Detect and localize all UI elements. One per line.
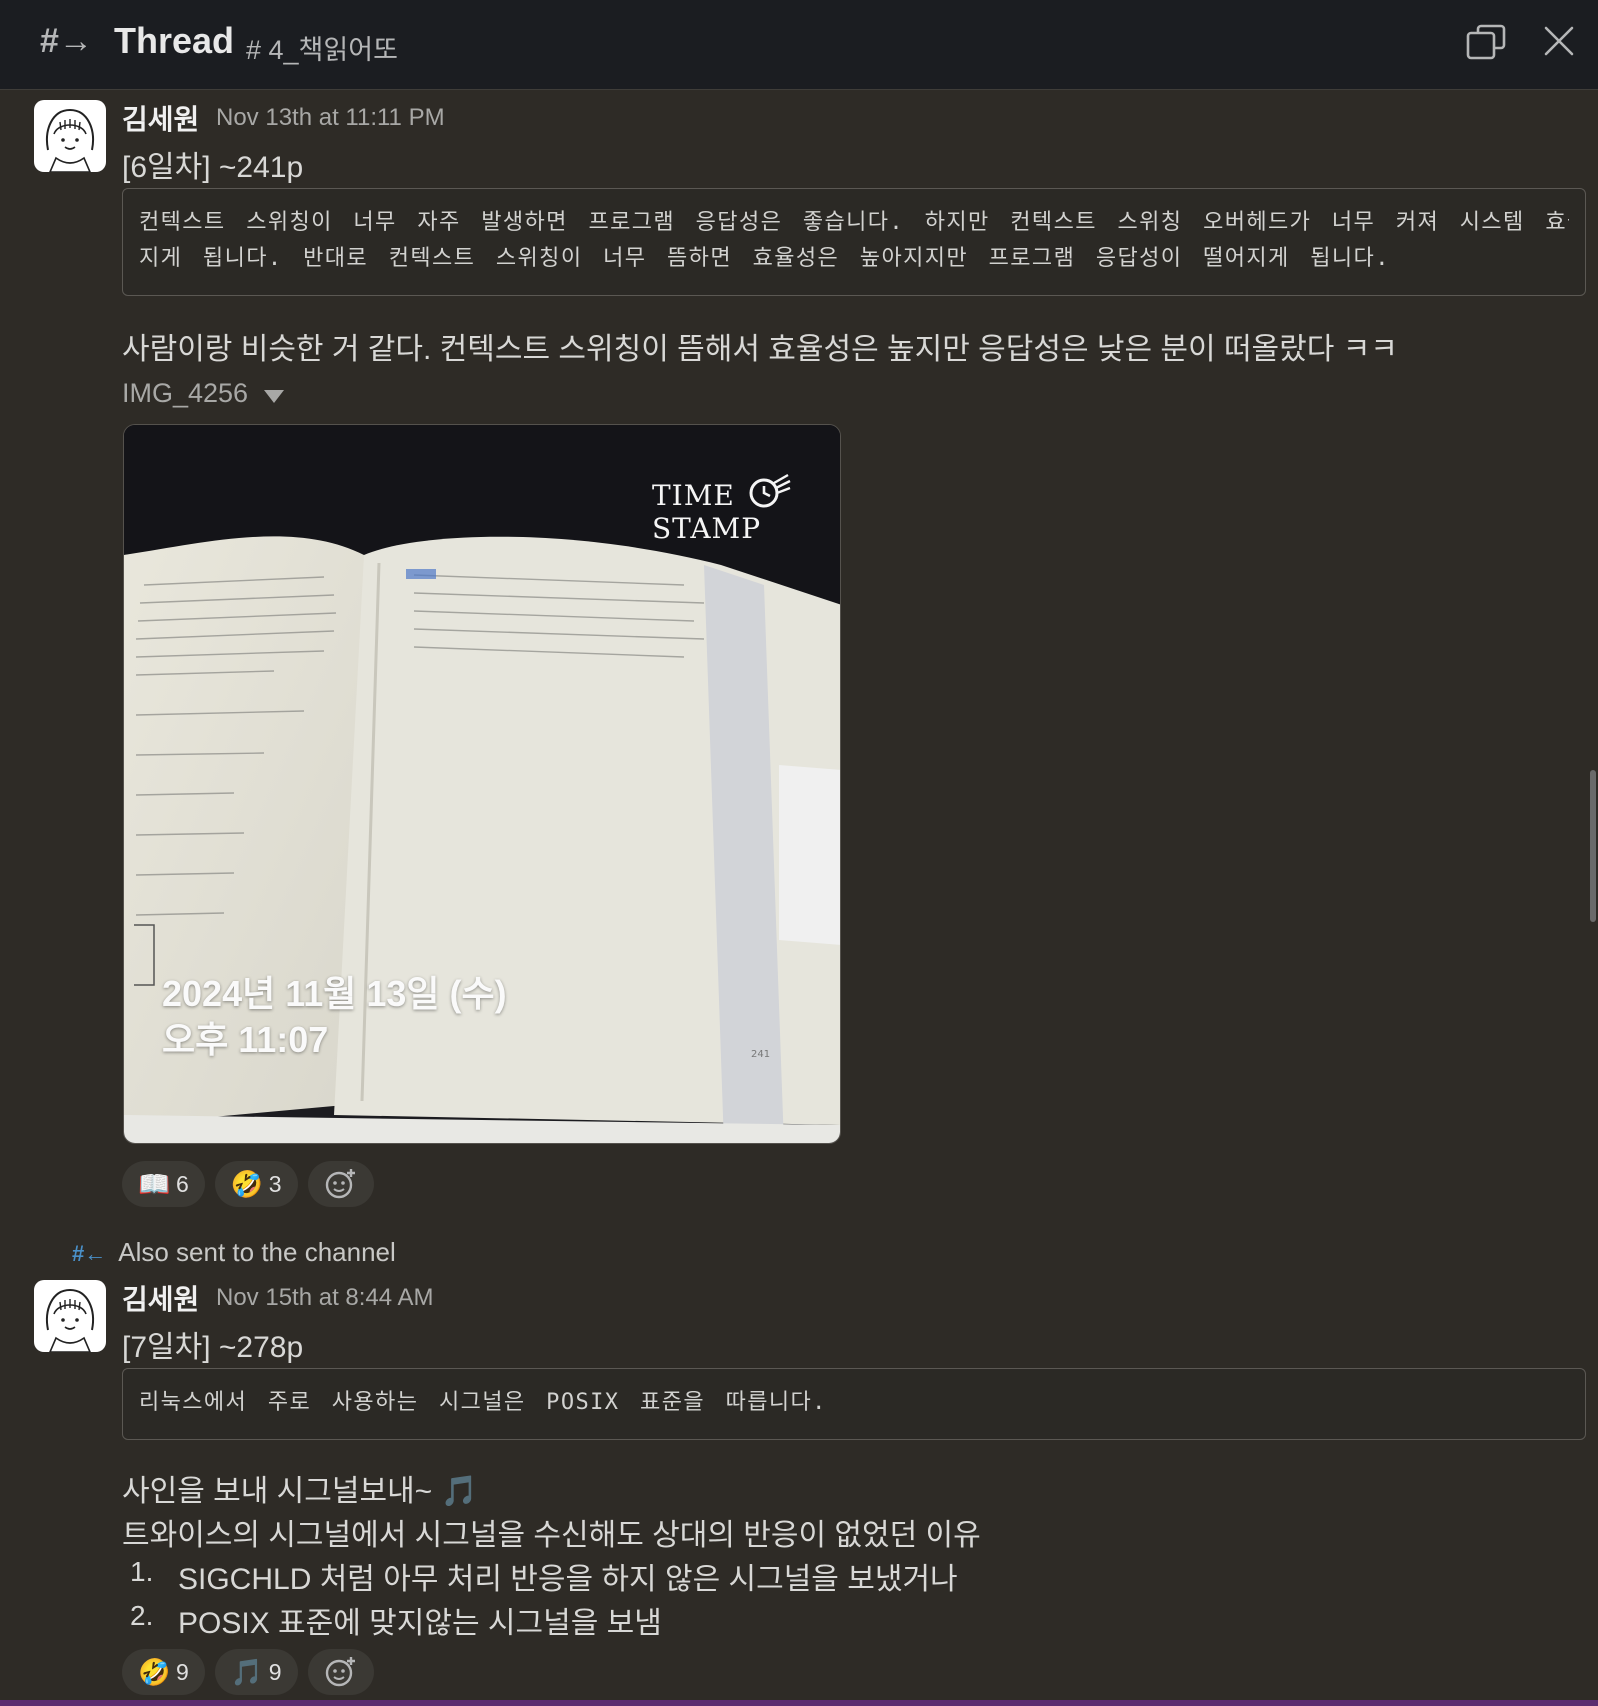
- rofl-emoji-icon: 🤣: [138, 1656, 171, 1687]
- scrollbar[interactable]: [1590, 770, 1596, 922]
- list-item: POSIX 표준에 맞지않는 시그널을 보냄: [178, 1607, 662, 1640]
- also-sent-icon: #←: [72, 1241, 107, 1266]
- message-heading: [7일차] ~278p: [122, 1331, 304, 1364]
- code-block: 컨텍스트 스위칭이 너무 자주 발생하면 프로그램 응답성은 좋습니다. 하지만…: [122, 188, 1586, 296]
- reaction-count: 9: [176, 1658, 189, 1685]
- reaction-bar: 🤣 9 🎵 9: [122, 1649, 374, 1695]
- avatar[interactable]: [34, 100, 106, 172]
- thread-header: #→ Thread # 4_책읽어또: [0, 0, 1598, 90]
- page-number: 241: [751, 1049, 770, 1060]
- thread-icon: #→: [40, 22, 93, 60]
- also-sent-label: Also sent to the channel: [118, 1237, 396, 1267]
- also-sent-notice: #← Also sent to the channel: [72, 1237, 396, 1268]
- code-block: 리눅스에서 주로 사용하는 시그널은 POSIX 표준을 따릅니다.: [122, 1368, 1586, 1440]
- message-body-line: 사인을 보내 시그널보내~ 🎵: [122, 1475, 478, 1508]
- reaction-count: 9: [268, 1658, 282, 1685]
- image-attachment[interactable]: 241 TIME STAMP 2024년 11월 13일 (수) 오후 11:0…: [123, 424, 841, 1144]
- code-line: 지게 됩니다. 반대로 컨텍스트 스위칭이 너무 뜸하면 효율성은 높아지지만 …: [139, 246, 1390, 271]
- add-reaction-icon: [325, 1169, 355, 1199]
- add-reaction-button[interactable]: [307, 1649, 374, 1695]
- reaction-rofl[interactable]: 🤣 3: [214, 1161, 298, 1207]
- reaction-rofl[interactable]: 🤣 9: [122, 1649, 205, 1695]
- avatar-face-icon: [46, 108, 94, 172]
- file-name[interactable]: IMG_4256: [122, 378, 248, 409]
- photo-time: 오후 11:07: [162, 1019, 329, 1060]
- code-line: 컨텍스트 스위칭이 너무 자주 발생하면 프로그램 응답성은 좋습니다. 하지만…: [139, 210, 1569, 235]
- message-body: 사람이랑 비슷한 거 같다. 컨텍스트 스위칭이 뜸해서 효율성은 높지만 응답…: [122, 333, 1398, 366]
- avatar[interactable]: [34, 1280, 106, 1352]
- message-body-line: 트와이스의 시그널에서 시그널을 수신해도 상대의 반응이 없었던 이유: [122, 1519, 981, 1552]
- reaction-bar: 📖 6 🤣 3: [122, 1161, 374, 1207]
- channel-link[interactable]: # 4_책읽어또: [246, 28, 398, 67]
- composer-edge: [0, 1700, 1598, 1706]
- rofl-emoji-icon: 🤣: [230, 1168, 264, 1199]
- code-line: 리눅스에서 주로 사용하는 시그널은 POSIX 표준을 따릅니다.: [139, 1390, 827, 1415]
- message-author[interactable]: 김세원: [122, 1278, 199, 1318]
- message-timestamp[interactable]: Nov 13th at 11:11 PM: [216, 104, 445, 132]
- chevron-down-icon[interactable]: [264, 390, 284, 403]
- music-note-emoji-icon: 🎵: [230, 1656, 264, 1687]
- list-number: 1.: [130, 1556, 154, 1587]
- photo-date: 2024년 11월 13일 (수): [162, 973, 507, 1014]
- reaction-count: 6: [176, 1170, 189, 1197]
- book-emoji-icon: 📖: [138, 1168, 171, 1199]
- add-reaction-icon: [325, 1657, 355, 1687]
- message-heading: [6일차] ~241p: [122, 151, 304, 184]
- list-number: 2.: [130, 1600, 154, 1631]
- reaction-book[interactable]: 📖 6: [122, 1161, 205, 1207]
- reaction-notes[interactable]: 🎵 9: [214, 1649, 298, 1695]
- add-reaction-button[interactable]: [307, 1161, 374, 1207]
- reaction-count: 3: [268, 1170, 282, 1197]
- popout-icon[interactable]: [1466, 24, 1506, 60]
- timestamp-watermark: TIME STAMP: [652, 479, 762, 545]
- close-icon[interactable]: [1540, 22, 1578, 60]
- list-item: SIGCHLD 처럼 아무 처리 반응을 하지 않은 시그널을 보냈거나: [178, 1563, 958, 1596]
- message-author[interactable]: 김세원: [122, 98, 199, 138]
- message-timestamp[interactable]: Nov 15th at 8:44 AM: [216, 1284, 433, 1312]
- thread-title: Thread: [114, 20, 235, 61]
- avatar-face-icon: [46, 1288, 94, 1352]
